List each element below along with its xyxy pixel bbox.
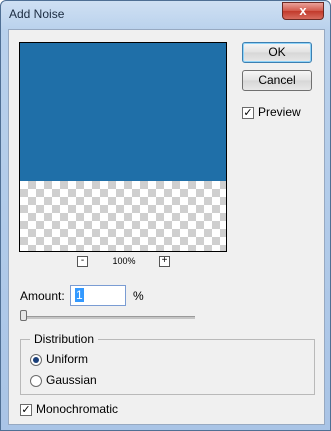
- amount-input[interactable]: 1: [70, 285, 126, 306]
- uniform-radio[interactable]: [30, 354, 42, 366]
- amount-slider-thumb[interactable]: [20, 310, 27, 321]
- uniform-label[interactable]: Uniform: [46, 352, 88, 366]
- gaussian-radio[interactable]: [30, 375, 42, 387]
- zoom-level: 100%: [112, 256, 136, 266]
- dialog-title: Add Noise: [9, 7, 65, 21]
- preview-pane[interactable]: [19, 42, 227, 252]
- noise-preview-area: [20, 43, 226, 181]
- preview-checkbox[interactable]: ✓: [242, 107, 254, 119]
- transparency-area: [20, 181, 226, 251]
- monochromatic-checkbox[interactable]: ✓: [20, 404, 32, 416]
- amount-unit: %: [133, 289, 144, 303]
- zoom-out-button[interactable]: -: [77, 256, 88, 267]
- gaussian-label[interactable]: Gaussian: [46, 373, 97, 387]
- preview-label: Preview: [258, 105, 301, 119]
- checkmark-icon: ✓: [21, 404, 31, 416]
- add-noise-dialog: Add Noise x - 100% + OK Cancel ✓ Preview…: [0, 0, 331, 431]
- cancel-button[interactable]: Cancel: [242, 70, 312, 91]
- close-button[interactable]: x: [282, 2, 324, 20]
- ok-button[interactable]: OK: [242, 42, 312, 63]
- distribution-legend: Distribution: [30, 332, 99, 346]
- checkmark-icon: ✓: [243, 107, 253, 119]
- amount-value: 1: [75, 288, 84, 302]
- amount-slider-track[interactable]: [23, 316, 195, 319]
- zoom-in-button[interactable]: +: [159, 256, 170, 267]
- monochromatic-label[interactable]: Monochromatic: [36, 402, 118, 416]
- title-bar[interactable]: Add Noise x: [1, 1, 330, 29]
- amount-label: Amount:: [20, 289, 65, 303]
- dialog-body: - 100% + OK Cancel ✓ Preview Amount: 1 %…: [8, 29, 325, 425]
